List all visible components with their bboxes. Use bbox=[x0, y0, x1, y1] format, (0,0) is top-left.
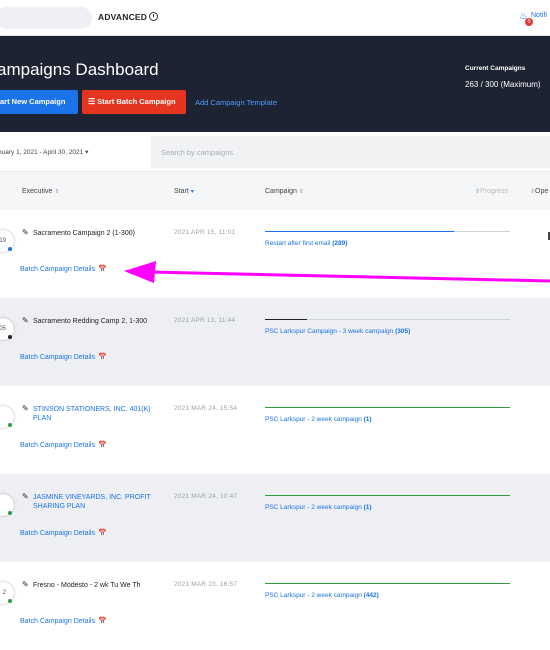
batch-campaign-details-link[interactable]: Batch Campaign Details 📅 bbox=[20, 265, 107, 273]
column-header-start[interactable]: Start ▾ bbox=[174, 188, 194, 195]
list-icon: ☰ bbox=[88, 97, 96, 106]
campaign-link[interactable]: PSC Larkspur - 2 week campaign (442) bbox=[265, 592, 379, 599]
status-dot bbox=[8, 335, 12, 339]
progress-fill bbox=[265, 583, 510, 584]
progress-bar bbox=[265, 583, 510, 584]
calendar-icon: 📅 bbox=[98, 618, 107, 625]
status-dot bbox=[8, 599, 12, 603]
progress-fill bbox=[265, 495, 510, 496]
progress-fill bbox=[265, 319, 307, 320]
pencil-icon[interactable]: ✎ bbox=[22, 580, 31, 589]
progress-bar bbox=[265, 231, 510, 232]
campaign-link[interactable]: Restart after first email (289) bbox=[265, 240, 347, 247]
filter-bar: nuary 1, 2021 - April 30, 2021 ▾ bbox=[0, 132, 550, 172]
table-row: 05 ✎ Sacramento Redding Camp 2, 1-300 202… bbox=[0, 298, 550, 386]
avatar bbox=[0, 406, 14, 428]
table-row: ✎ JASMINE VINEYARDS, INC. PROFIT SHARING … bbox=[0, 474, 550, 562]
progress-bar bbox=[265, 319, 510, 320]
start-new-campaign-button[interactable]: art New Campaign bbox=[0, 90, 78, 114]
executive-name: ✎ Sacramento Campaign 2 (1-300) bbox=[22, 228, 135, 237]
batch-campaign-details-link[interactable]: Batch Campaign Details 📅 bbox=[20, 529, 107, 537]
pencil-icon[interactable]: ✎ bbox=[22, 404, 31, 413]
notification-count-badge: 0 bbox=[525, 18, 533, 26]
current-campaigns-value: 263 / 300 (Maximum) bbox=[465, 80, 541, 89]
column-header-campaign[interactable]: Campaign ⇕ bbox=[265, 188, 304, 195]
advanced-mode-label[interactable]: ADVANCED bbox=[98, 12, 147, 22]
batch-campaign-details-link[interactable]: Batch Campaign Details 📅 bbox=[20, 441, 107, 449]
start-date: 2021 MAR 24, 15:54 bbox=[174, 405, 238, 412]
campaign-count: (289) bbox=[332, 240, 348, 247]
campaign-count: (1) bbox=[363, 416, 372, 423]
campaign-count: (1) bbox=[363, 504, 372, 511]
avatar: 05 bbox=[0, 318, 14, 340]
batch-campaign-details-link[interactable]: Batch Campaign Details 📅 bbox=[20, 617, 107, 625]
table-row: ✎ STINSON STATIONERS, INC. 401(K) PLAN 20… bbox=[0, 386, 550, 474]
add-campaign-template-link[interactable]: Add Campaign Template bbox=[195, 98, 277, 107]
campaign-search-box bbox=[151, 136, 550, 168]
avatar bbox=[0, 494, 14, 516]
table-header: Executive ⇕ Start ▾ Campaign ⇕ ⇕Progress ⇕O… bbox=[0, 172, 550, 210]
progress-fill bbox=[265, 231, 454, 232]
campaign-search-input[interactable] bbox=[151, 136, 550, 168]
progress-bar bbox=[265, 407, 510, 408]
executive-name[interactable]: ✎ STINSON STATIONERS, INC. 401(K) bbox=[22, 404, 151, 413]
start-date: 2021 MAR 24, 10:47 bbox=[174, 493, 238, 500]
page-title: ampaigns Dashboard bbox=[0, 60, 159, 79]
start-batch-campaign-button[interactable]: ☰ Start Batch Campaign bbox=[82, 90, 186, 114]
sort-desc-icon: ▾ bbox=[190, 189, 194, 195]
progress-fill bbox=[265, 407, 510, 408]
calendar-icon: 📅 bbox=[98, 530, 107, 537]
pencil-icon[interactable]: ✎ bbox=[22, 228, 31, 237]
start-date: 2021 APR 13, 11:44 bbox=[174, 317, 236, 324]
calendar-icon: 📅 bbox=[98, 354, 107, 361]
executive-name: ✎ Fresno - Modesto - 2 wk Tu We Th bbox=[22, 580, 141, 589]
column-header-progress[interactable]: ⇕Progress bbox=[473, 188, 508, 195]
executive-name[interactable]: ✎ JASMINE VINEYARDS, INC. PROFIT bbox=[22, 492, 151, 501]
top-nav-bar: ADVANCED ♨ 0 Notifi bbox=[0, 0, 550, 36]
date-range-picker[interactable]: nuary 1, 2021 - April 30, 2021 ▾ bbox=[0, 148, 88, 156]
notifications-link[interactable]: Notifi bbox=[531, 12, 547, 19]
start-date: 2021 MAR 23, 16:57 bbox=[174, 581, 238, 588]
global-search-input[interactable] bbox=[0, 7, 92, 29]
column-header-executive[interactable]: Executive ⇕ bbox=[22, 188, 59, 195]
pencil-icon[interactable]: ✎ bbox=[22, 492, 31, 501]
avatar: 19 bbox=[0, 230, 14, 252]
status-dot bbox=[8, 423, 12, 427]
campaign-link[interactable]: PSC Larkspur - 2 week campaign (1) bbox=[265, 504, 372, 511]
campaign-link[interactable]: PSC Larkspur - 2 week campaign (1) bbox=[265, 416, 372, 423]
executive-name-continued[interactable]: SHARING PLAN bbox=[33, 503, 85, 510]
start-date: 2021 APR 15, 11:01 bbox=[174, 229, 236, 236]
sort-icon: ⇕ bbox=[54, 189, 60, 195]
clock-icon[interactable] bbox=[149, 12, 158, 21]
start-batch-campaign-label: Start Batch Campaign bbox=[97, 97, 176, 106]
table-row: 2 ✎ Fresno - Modesto - 2 wk Tu We Th 2021… bbox=[0, 562, 550, 650]
avatar: 2 bbox=[0, 582, 14, 604]
column-header-operations[interactable]: ⇕Ope bbox=[528, 188, 548, 195]
pencil-icon[interactable]: ✎ bbox=[22, 316, 31, 325]
current-campaigns-label: Current Campaigns bbox=[465, 65, 526, 72]
campaign-link[interactable]: PSC Larkspur Campaign - 3 week campaign … bbox=[265, 328, 410, 335]
sort-icon: ⇕ bbox=[298, 189, 304, 195]
status-dot bbox=[8, 511, 12, 515]
campaign-count: (305) bbox=[395, 328, 411, 335]
table-row: 19 ✎ Sacramento Campaign 2 (1-300) 2021 A… bbox=[0, 210, 550, 298]
executive-name-continued[interactable]: PLAN bbox=[33, 415, 51, 422]
campaign-count: (442) bbox=[363, 592, 379, 599]
progress-bar bbox=[265, 495, 510, 496]
status-dot bbox=[8, 247, 12, 251]
dashboard-header: ampaigns Dashboard Current Campaigns 263… bbox=[0, 36, 550, 132]
start-new-campaign-label: art New Campaign bbox=[0, 97, 66, 106]
batch-campaign-details-link[interactable]: Batch Campaign Details 📅 bbox=[20, 353, 107, 361]
executive-name: ✎ Sacramento Redding Camp 2, 1-300 bbox=[22, 316, 148, 325]
calendar-icon: 📅 bbox=[98, 442, 107, 449]
calendar-icon: 📅 bbox=[98, 266, 107, 273]
